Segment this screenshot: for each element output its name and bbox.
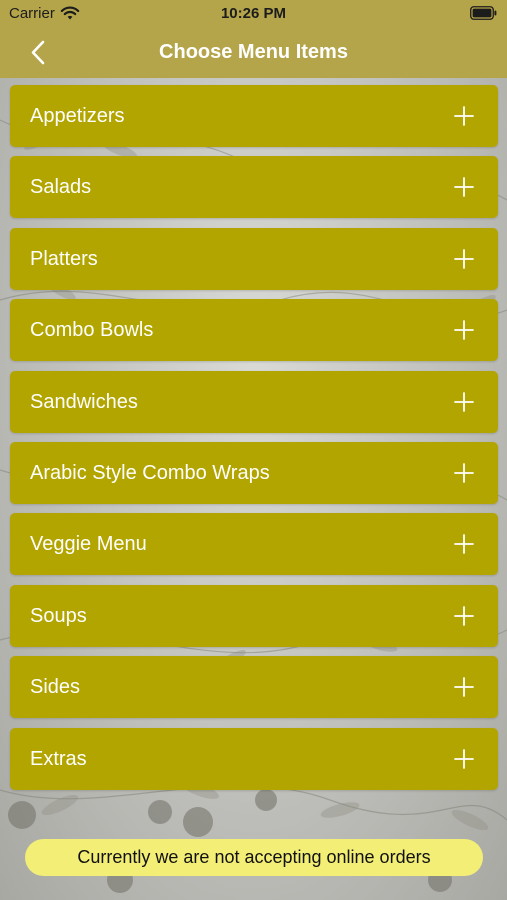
plus-icon <box>454 177 474 198</box>
menu-category-label: Salads <box>30 176 92 199</box>
menu-category-soups[interactable]: Soups <box>10 584 498 647</box>
menu-category-label: Soups <box>30 604 87 627</box>
menu-category-arabic-style-combo-wraps[interactable]: Arabic Style Combo Wraps <box>10 441 498 504</box>
page-title: Choose Menu Items <box>159 41 348 63</box>
plus-icon <box>454 534 474 555</box>
menu-category-salads[interactable]: Salads <box>10 156 498 219</box>
menu-category-combo-bowls[interactable]: Combo Bowls <box>10 299 498 362</box>
menu-category-appetizers[interactable]: Appetizers <box>10 85 498 147</box>
screen: Carrier 10:26 PM Choose Menu Items Appet… <box>0 0 507 900</box>
menu-category-label: Sandwiches <box>30 390 138 413</box>
menu-category-extras[interactable]: Extras <box>10 727 498 790</box>
menu-category-veggie-menu[interactable]: Veggie Menu <box>10 513 498 576</box>
menu-category-label: Combo Bowls <box>30 319 154 342</box>
plus-icon <box>454 391 474 412</box>
plus-icon <box>454 748 474 769</box>
status-time: 10:26 PM <box>220 5 287 22</box>
menu-category-platters[interactable]: Platters <box>10 227 498 290</box>
menu-category-sandwiches[interactable]: Sandwiches <box>10 370 498 433</box>
menu-category-sides[interactable]: Sides <box>10 656 498 719</box>
online-orders-notice: Currently we are not accepting online or… <box>25 839 483 876</box>
menu-category-list: Appetizers Salads Platters Combo Bowls S… <box>10 85 498 799</box>
menu-category-label: Arabic Style Combo Wraps <box>30 461 270 484</box>
navigation-bar: Choose Menu Items <box>0 28 507 78</box>
menu-category-label: Sides <box>30 676 81 699</box>
plus-icon <box>454 463 474 483</box>
plus-icon <box>454 320 474 341</box>
status-bar: Carrier 10:26 PM <box>0 0 507 28</box>
plus-icon <box>454 605 474 626</box>
battery-icon <box>470 6 497 20</box>
menu-category-label: Veggie Menu <box>30 533 147 556</box>
menu-category-label: Extras <box>30 747 87 770</box>
plus-icon <box>454 677 474 698</box>
plus-icon <box>454 106 474 126</box>
menu-category-label: Appetizers <box>30 105 125 127</box>
menu-category-label: Platters <box>30 247 98 270</box>
plus-icon <box>454 248 474 269</box>
